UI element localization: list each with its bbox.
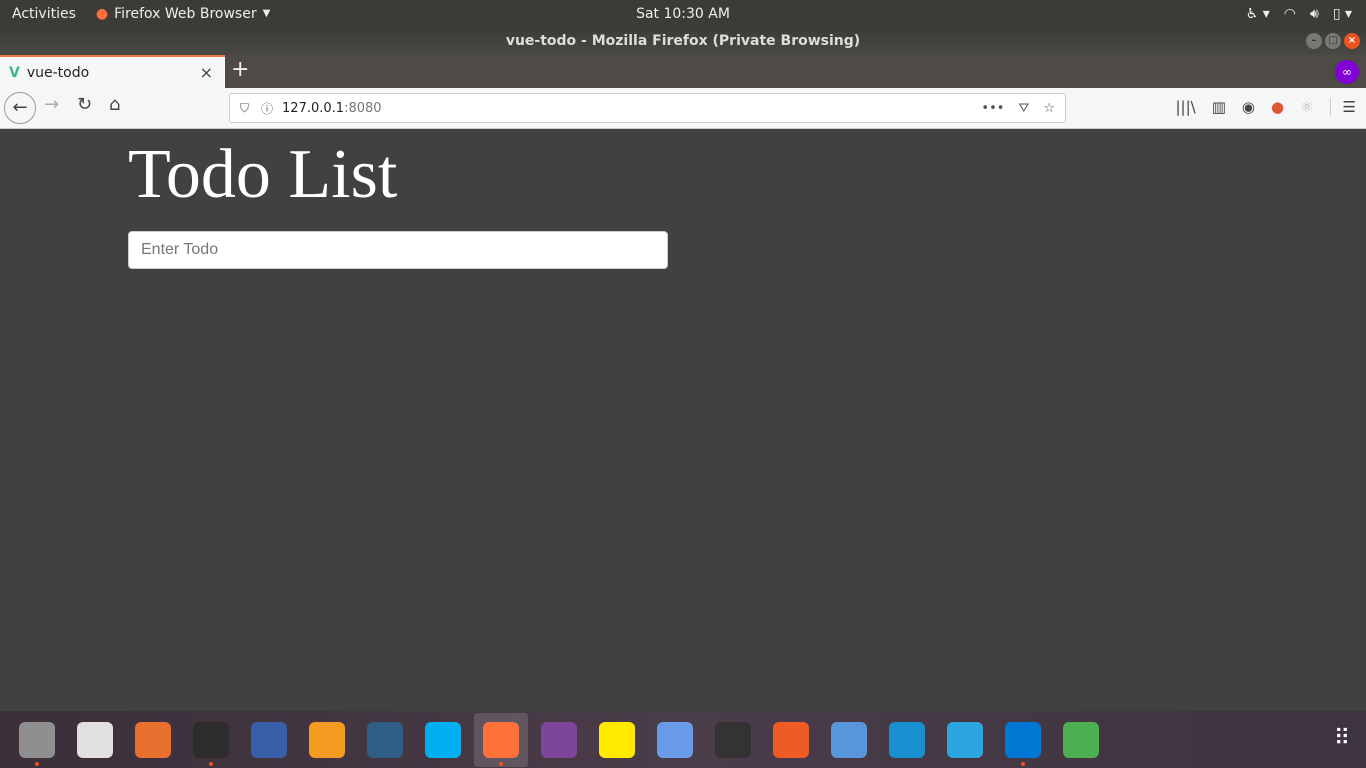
- activities-button[interactable]: Activities: [12, 6, 76, 22]
- dock-tor-browser[interactable]: [532, 713, 586, 767]
- notes-icon: [599, 721, 635, 758]
- reload-button[interactable]: ↻: [77, 94, 92, 115]
- private-browsing-icon: ∞: [1335, 60, 1359, 84]
- app-menu[interactable]: ● Firefox Web Browser ▼: [96, 6, 270, 22]
- sublime-text-icon: [309, 721, 345, 758]
- mysql-workbench-icon: [367, 721, 403, 758]
- dock: ⠿: [0, 711, 1366, 768]
- dock-system-monitor[interactable]: [706, 713, 760, 767]
- dock-skype[interactable]: [416, 713, 470, 767]
- running-indicator: [35, 761, 39, 766]
- dock-rocket-app[interactable]: [1054, 713, 1108, 767]
- dock-qbittorrent[interactable]: [822, 713, 876, 767]
- dock-notes[interactable]: [590, 713, 644, 767]
- dock-vscode[interactable]: [996, 713, 1050, 767]
- postman-icon: [773, 721, 809, 758]
- telegram-icon: [947, 721, 983, 758]
- bookmark-star-icon[interactable]: ☆: [1043, 101, 1055, 116]
- url-text: 127.0.0.1:8080: [282, 100, 382, 116]
- skype-icon: [425, 721, 461, 758]
- page-content: Todo List: [0, 129, 1366, 711]
- dock-app-blue[interactable]: [880, 713, 934, 767]
- navigation-toolbar: ← → ↻ ⌂ ⛉ ⓘ 127.0.0.1:8080 ••• ⛛ ☆ |||\ ▥ …: [0, 88, 1366, 129]
- volume-icon[interactable]: 🔊︎: [1310, 6, 1319, 22]
- app-grid-icon[interactable]: ⠿: [1334, 726, 1350, 751]
- more-icon[interactable]: •••: [981, 101, 1004, 116]
- shield-icon[interactable]: ⛉: [240, 101, 249, 116]
- dock-terminal[interactable]: [184, 713, 238, 767]
- vue-logo-icon: V: [9, 64, 20, 81]
- url-bar[interactable]: ⛉ ⓘ 127.0.0.1:8080 ••• ⛛ ☆: [229, 93, 1066, 123]
- dock-mysql-workbench[interactable]: [358, 713, 412, 767]
- minimize-button[interactable]: –: [1306, 33, 1322, 49]
- todo-input[interactable]: [128, 231, 668, 269]
- forward-button[interactable]: →: [44, 94, 59, 115]
- running-indicator: [1021, 761, 1025, 766]
- software-center-icon: [135, 721, 171, 758]
- battery-icon[interactable]: ▯ ▾: [1333, 6, 1352, 22]
- dock-postman[interactable]: [764, 713, 818, 767]
- tab-bar: V vue-todo × + ∞: [0, 55, 1366, 88]
- react-devtools-icon[interactable]: ⚛: [1300, 98, 1313, 116]
- close-tab-icon[interactable]: ×: [200, 63, 213, 82]
- back-button[interactable]: ←: [4, 92, 36, 124]
- dock-software-center[interactable]: [126, 713, 180, 767]
- firefox-icon: ●: [95, 5, 109, 22]
- tor-browser-icon: [541, 721, 577, 758]
- info-icon[interactable]: ⓘ: [261, 100, 273, 117]
- tab-title: vue-todo: [26, 64, 90, 81]
- system-top-bar: Activities ● Firefox Web Browser ▼ Sat 10:…: [0, 0, 1366, 27]
- rocket-app-icon: [1063, 721, 1099, 758]
- accessibility-icon[interactable]: ♿ ▾: [1246, 6, 1270, 22]
- running-indicator: [209, 761, 213, 766]
- page-title: Todo List: [128, 136, 398, 213]
- wifi-icon[interactable]: ◠: [1284, 6, 1296, 22]
- terminal-icon: [193, 721, 229, 758]
- firefox-icon: [483, 721, 519, 758]
- new-tab-button[interactable]: +: [231, 57, 249, 82]
- rhythmbox-icon: [77, 721, 113, 758]
- running-indicator: [499, 761, 503, 766]
- dock-chromium[interactable]: [648, 713, 702, 767]
- menu-icon[interactable]: ☰: [1329, 98, 1356, 116]
- system-monitor-icon: [715, 721, 751, 758]
- window-titlebar: vue-todo - Mozilla Firefox (Private Brow…: [0, 27, 1366, 55]
- dock-rhythmbox[interactable]: [68, 713, 122, 767]
- network-tool-icon: [251, 721, 287, 758]
- chevron-down-icon: ▼: [262, 8, 271, 19]
- qbittorrent-icon: [831, 721, 867, 758]
- dock-telegram[interactable]: [938, 713, 992, 767]
- pocket-icon[interactable]: ⛛: [1018, 101, 1029, 116]
- vscode-icon: [1005, 721, 1041, 758]
- account-icon[interactable]: ◉: [1242, 98, 1255, 116]
- close-window-button[interactable]: ×: [1344, 33, 1360, 49]
- files-icon: [19, 721, 55, 758]
- app-blue-icon: [889, 721, 925, 758]
- maximize-button[interactable]: □: [1325, 33, 1341, 49]
- clock[interactable]: Sat 10:30 AM: [636, 6, 730, 22]
- sidebar-icon[interactable]: ▥: [1212, 98, 1226, 116]
- system-tray[interactable]: ♿ ▾ ◠ 🔊︎ ▯ ▾: [1246, 6, 1352, 22]
- tab-vue-todo[interactable]: V vue-todo ×: [0, 55, 225, 88]
- dock-network-tool[interactable]: [242, 713, 296, 767]
- chromium-icon: [657, 721, 693, 758]
- dock-firefox[interactable]: [474, 712, 528, 767]
- library-icon[interactable]: |||\: [1176, 98, 1196, 116]
- dock-sublime-text[interactable]: [300, 713, 354, 767]
- window-title: vue-todo - Mozilla Firefox (Private Brow…: [505, 33, 861, 49]
- dock-files[interactable]: [10, 713, 64, 767]
- home-button[interactable]: ⌂: [109, 94, 120, 115]
- duckduckgo-icon[interactable]: ●: [1271, 98, 1284, 116]
